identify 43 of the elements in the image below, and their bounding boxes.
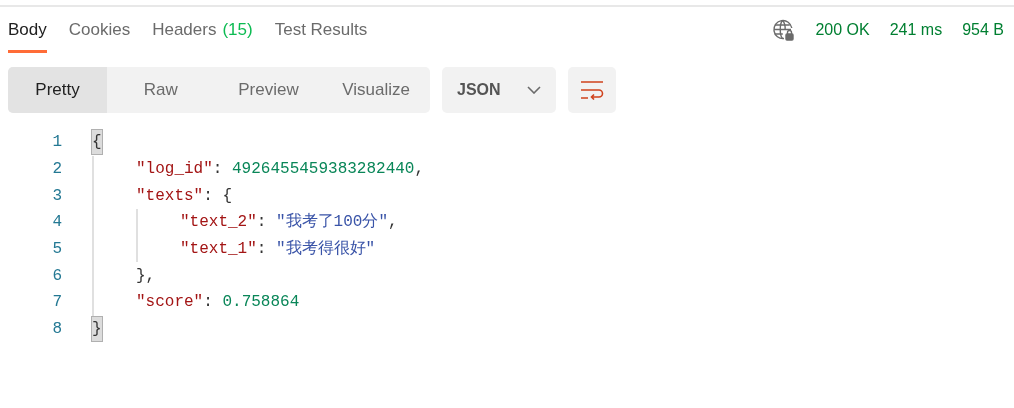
response-tab[interactable]: Headers (15) xyxy=(152,7,253,53)
response-size: 954 B xyxy=(962,20,1004,40)
line-number: 1 xyxy=(51,132,62,154)
code-token: "score" xyxy=(136,292,204,314)
line-number: 6 xyxy=(51,265,62,287)
response-tab[interactable]: Body xyxy=(8,7,47,53)
code-token: "text_1" xyxy=(180,239,257,261)
code-token: : xyxy=(212,159,224,181)
response-tab[interactable]: Test Results xyxy=(274,7,368,53)
code-token: "我考得很好" xyxy=(276,239,376,261)
code-token: 0.758864 xyxy=(222,292,300,314)
view-mode-tab[interactable]: Preview xyxy=(214,67,323,113)
code-token: : { xyxy=(203,185,233,207)
code-token: }, xyxy=(136,265,156,287)
format-dropdown[interactable]: JSON xyxy=(442,67,556,113)
view-mode-tab[interactable]: Raw xyxy=(107,67,215,113)
globe-lock-icon[interactable] xyxy=(771,18,796,42)
code-token: "我考了100分" xyxy=(276,212,389,234)
wrap-lines-button[interactable] xyxy=(568,67,616,113)
line-number: 5 xyxy=(51,239,62,261)
code-token: "text_2" xyxy=(180,212,257,234)
code-token: , xyxy=(388,212,398,234)
line-number: 7 xyxy=(51,292,62,314)
line-number: 8 xyxy=(51,319,62,341)
code-token: , xyxy=(414,159,425,181)
chevron-down-icon xyxy=(527,86,541,94)
code-token: : xyxy=(203,292,214,314)
view-mode-tab[interactable]: Pretty xyxy=(8,67,107,113)
line-number: 3 xyxy=(51,185,62,207)
response-tab[interactable]: Cookies xyxy=(68,7,131,53)
code-token: 4926455459383282440 xyxy=(232,159,415,181)
wrap-lines-icon xyxy=(580,80,604,100)
code-token: "texts" xyxy=(136,185,204,207)
code-token: "log_id" xyxy=(136,159,213,181)
line-number: 2 xyxy=(51,159,62,181)
code-token: : xyxy=(256,239,268,261)
response-time: 241 ms xyxy=(889,20,943,40)
matched-brace: { xyxy=(92,130,102,155)
matched-brace: } xyxy=(92,317,102,342)
code-token: : xyxy=(256,212,268,234)
view-mode-tab[interactable]: Visualize xyxy=(322,67,430,113)
line-number: 4 xyxy=(51,212,62,234)
status-code: 200 OK xyxy=(815,20,870,40)
